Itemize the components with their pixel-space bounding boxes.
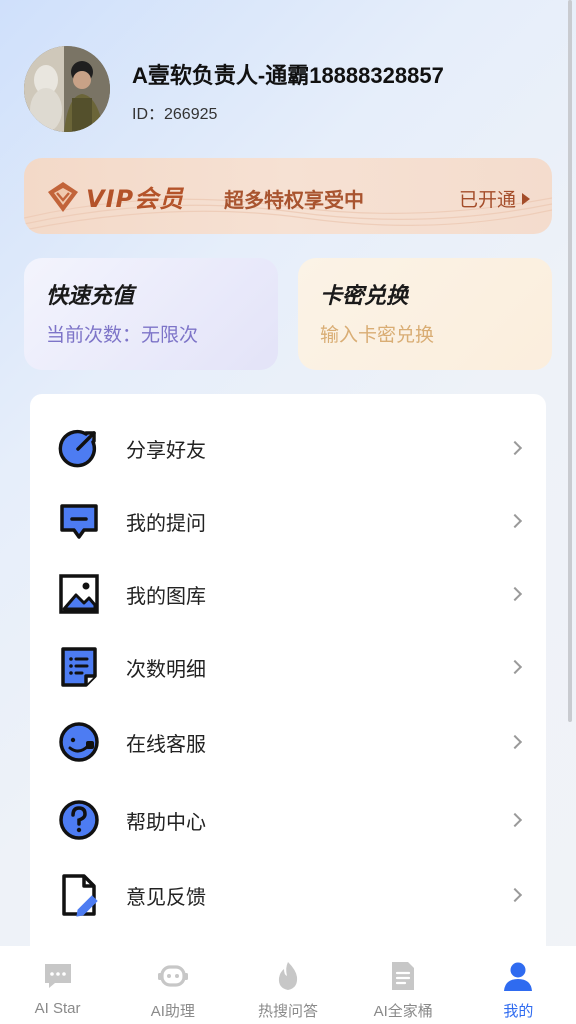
vip-subtitle: 超多特权享受中 <box>224 188 364 212</box>
robot-icon <box>157 965 188 987</box>
caret-right-icon <box>522 192 530 205</box>
help-icon <box>59 800 99 840</box>
tab-label-ai-assistant: AI助理 <box>150 1003 195 1020</box>
menu-item-my-questions[interactable]: 我的提问 <box>30 491 546 551</box>
menu-item-feedback[interactable]: 意见反馈 <box>30 865 546 925</box>
chevron-right-icon <box>507 659 523 675</box>
tab-ai-star[interactable]: AI Star <box>0 946 115 1024</box>
recharge-subtitle: 当前次数：无限次 <box>46 324 199 346</box>
user-id: ID：266925 <box>132 106 218 123</box>
quick-recharge-card[interactable]: 快速充值 当前次数：无限次 <box>24 258 278 370</box>
menu-item-share[interactable]: 分享好友 <box>30 418 546 478</box>
tab-ai-assistant[interactable]: AI助理 <box>115 946 230 1024</box>
chat-icon <box>44 964 71 988</box>
image-icon <box>59 574 99 614</box>
message-icon <box>60 504 98 539</box>
redeem-subtitle: 输入卡密兑换 <box>320 324 435 346</box>
menu-label-share: 分享好友 <box>126 437 206 462</box>
redeem-title: 卡密兑换 <box>320 284 409 309</box>
scrollbar[interactable] <box>568 0 572 722</box>
menu-item-my-gallery[interactable]: 我的图库 <box>30 564 546 624</box>
tab-label-ai-suite: AI全家桶 <box>373 1003 433 1020</box>
chevron-right-icon <box>507 812 523 828</box>
menu-item-help-center[interactable]: 帮助中心 <box>30 790 546 850</box>
vip-title: VIP会员 <box>86 185 185 213</box>
menu-label-help-center: 帮助中心 <box>126 809 206 834</box>
document-icon <box>392 962 415 990</box>
tab-label-hot-search: 热搜问答 <box>257 1003 318 1020</box>
bottom-tab-bar: AI Star AI助理 热搜问答 AI全家桶 我的 <box>0 946 576 1024</box>
chevron-right-icon <box>507 513 523 529</box>
menu-item-usage-details[interactable]: 次数明细 <box>30 637 546 697</box>
vip-banner[interactable]: VIP会员 超多特权享受中 已开通 <box>24 158 552 234</box>
menu-label-my-questions: 我的提问 <box>126 510 206 535</box>
fire-icon <box>278 962 298 990</box>
menu-item-online-support[interactable]: 在线客服 <box>30 712 546 772</box>
settings-menu: 分享好友 我的提问 我的图库 次数明细 在线客服 帮助中心 意见反馈 <box>30 394 546 954</box>
tab-mine[interactable]: 我的 <box>461 946 576 1024</box>
recharge-title: 快速充值 <box>46 284 135 309</box>
menu-label-my-gallery: 我的图库 <box>126 583 206 608</box>
chevron-right-icon <box>507 734 523 750</box>
user-icon <box>504 962 533 991</box>
vip-diamond-icon <box>48 182 78 212</box>
card-key-redeem-card[interactable]: 卡密兑换 输入卡密兑换 <box>298 258 552 370</box>
avatar[interactable] <box>24 46 110 132</box>
feedback-icon <box>62 874 98 917</box>
customer-service-icon <box>59 722 99 762</box>
profile-header: A壹软负责人-通霸18888328857 ID：266925 <box>24 44 564 134</box>
chevron-right-icon <box>507 586 523 602</box>
share-icon <box>58 429 97 468</box>
tab-ai-suite[interactable]: AI全家桶 <box>346 946 461 1024</box>
menu-label-feedback: 意见反馈 <box>126 884 206 909</box>
user-name: A壹软负责人-通霸18888328857 <box>132 63 444 88</box>
list-document-icon <box>61 647 97 687</box>
vip-status-link[interactable]: 已开通 <box>459 185 530 212</box>
menu-label-usage-details: 次数明细 <box>126 656 206 681</box>
tab-label-ai-star: AI Star <box>34 1000 81 1017</box>
menu-label-online-support: 在线客服 <box>126 731 206 756</box>
tab-hot-search[interactable]: 热搜问答 <box>230 946 345 1024</box>
chevron-right-icon <box>507 440 523 456</box>
tab-label-mine: 我的 <box>503 1003 534 1020</box>
vip-status-label: 已开通 <box>458 189 516 211</box>
chevron-right-icon <box>507 887 523 903</box>
